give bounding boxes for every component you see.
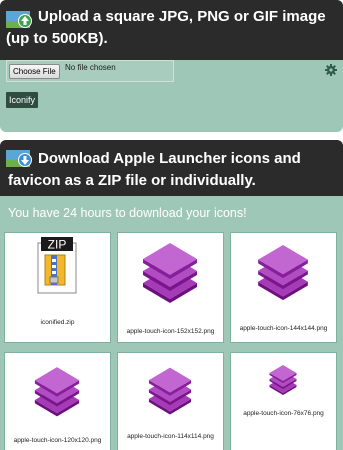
file-input[interactable]: Choose File No file chosen bbox=[6, 60, 174, 82]
file-name[interactable]: apple-touch-icon-144x144.png bbox=[231, 325, 336, 332]
download-title-line2: favicon as a ZIP file or individually. bbox=[8, 172, 256, 189]
download-tile-114[interactable]: apple-touch-icon-114x114.png bbox=[117, 352, 224, 450]
stack-icon bbox=[148, 367, 192, 415]
upload-header: Upload a square JPG, PNG or GIF image (u… bbox=[0, 0, 343, 60]
file-name[interactable]: apple-touch-icon-152x152.png bbox=[118, 328, 223, 335]
upload-icon bbox=[6, 11, 32, 28]
download-tile-76[interactable]: apple-touch-icon-76x76.png bbox=[230, 352, 337, 450]
download-title-line1: Download Apple Launcher icons and bbox=[38, 150, 301, 167]
download-tile-144[interactable]: apple-touch-icon-144x144.png bbox=[230, 232, 337, 343]
zip-icon: ZIP bbox=[37, 237, 77, 294]
file-name[interactable]: apple-touch-icon-76x76.png bbox=[231, 410, 336, 417]
file-name[interactable]: apple-touch-icon-114x114.png bbox=[118, 433, 223, 440]
download-panel: Download Apple Launcher icons and favico… bbox=[0, 140, 343, 450]
iconify-button[interactable]: Iconify bbox=[6, 92, 39, 108]
download-icon bbox=[6, 150, 32, 167]
stack-icon bbox=[258, 244, 308, 301]
zip-badge-text: ZIP bbox=[48, 238, 67, 252]
file-status-text: No file chosen bbox=[65, 63, 116, 72]
file-name[interactable]: apple-touch-icon-120x120.png bbox=[5, 437, 110, 444]
download-header: Download Apple Launcher icons and favico… bbox=[0, 140, 343, 196]
file-name[interactable]: iconified.zip bbox=[5, 319, 110, 326]
download-tile-152[interactable]: apple-touch-icon-152x152.png bbox=[117, 232, 224, 343]
stack-icon bbox=[34, 367, 80, 417]
stack-icon bbox=[143, 243, 197, 303]
download-title: Download Apple Launcher icons and favico… bbox=[8, 148, 335, 192]
gear-icon[interactable] bbox=[325, 64, 337, 76]
stack-icon bbox=[269, 365, 297, 395]
download-tile-zip[interactable]: ZIP iconified.zip bbox=[4, 232, 111, 343]
upload-panel: Upload a square JPG, PNG or GIF image (u… bbox=[0, 0, 343, 132]
download-tile-120[interactable]: apple-touch-icon-120x120.png bbox=[4, 352, 111, 450]
choose-file-button[interactable]: Choose File bbox=[9, 64, 60, 79]
upload-title: Upload a square JPG, PNG or GIF image (u… bbox=[6, 8, 326, 47]
expiry-note: You have 24 hours to download your icons… bbox=[8, 206, 247, 220]
